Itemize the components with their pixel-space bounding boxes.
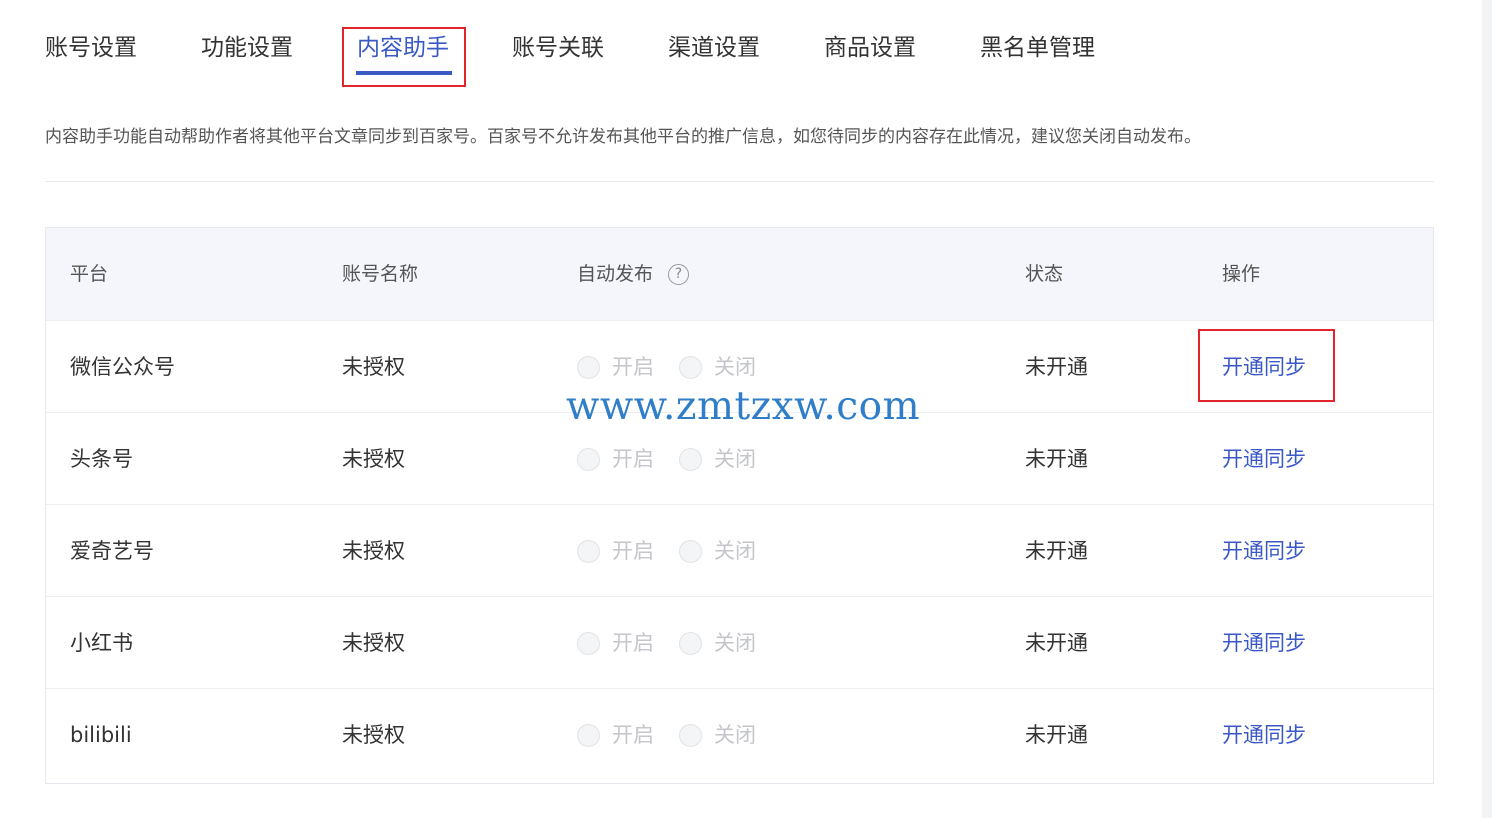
tab-account-linking[interactable]: 账号关联	[512, 30, 604, 66]
auto-publish-on-label: 开启	[612, 631, 654, 655]
table-header: 平台 账号名称 自动发布 ? 状态 操作	[46, 228, 1433, 320]
page-scrollbar-track[interactable]	[1482, 0, 1492, 818]
auto-publish-off-label: 关闭	[714, 355, 756, 379]
tab-channel-settings[interactable]: 渠道设置	[668, 30, 760, 66]
tab-product-settings[interactable]: 商品设置	[824, 30, 916, 66]
account-name: 未授权	[342, 631, 405, 655]
auto-publish-off-radio[interactable]	[679, 724, 702, 747]
auto-publish-on-radio[interactable]	[577, 632, 600, 655]
header-action: 操作	[1222, 263, 1261, 285]
auto-publish-on-radio[interactable]	[577, 448, 600, 471]
sync-status: 未开通	[1025, 631, 1088, 655]
auto-publish-off-label: 关闭	[714, 539, 756, 563]
auto-publish-off-label: 关闭	[714, 631, 756, 655]
tab-highlight-box	[342, 27, 466, 87]
enable-sync-link[interactable]: 开通同步	[1222, 721, 1306, 749]
auto-publish-on-radio[interactable]	[577, 724, 600, 747]
auto-publish-off-label: 关闭	[714, 723, 756, 747]
auto-publish-on-label: 开启	[612, 539, 654, 563]
action-highlight-box	[1198, 329, 1335, 402]
account-name: 未授权	[342, 447, 405, 471]
tab-feature-settings[interactable]: 功能设置	[201, 30, 293, 66]
header-status: 状态	[1025, 263, 1064, 285]
auto-publish-on-label: 开启	[612, 723, 654, 747]
auto-publish-off-radio[interactable]	[679, 356, 702, 379]
table-row: 小红书 未授权 开启 关闭 未开通 开通同步	[46, 596, 1433, 688]
auto-publish-off-label: 关闭	[714, 447, 756, 471]
tab-blacklist-management[interactable]: 黑名单管理	[980, 30, 1095, 66]
auto-publish-on-radio[interactable]	[577, 356, 600, 379]
content-assistant-description: 内容助手功能自动帮助作者将其他平台文章同步到百家号。百家号不允许发布其他平台的推…	[45, 127, 1201, 147]
platform-name: 小红书	[70, 631, 133, 655]
auto-publish-on-label: 开启	[612, 355, 654, 379]
account-name: 未授权	[342, 723, 405, 747]
platform-name: bilibili	[70, 723, 132, 747]
table-row: 爱奇艺号 未授权 开启 关闭 未开通 开通同步	[46, 504, 1433, 596]
sync-status: 未开通	[1025, 539, 1088, 563]
section-divider	[45, 181, 1434, 182]
header-account-name: 账号名称	[342, 263, 419, 285]
sync-status: 未开通	[1025, 355, 1088, 379]
auto-publish-off-radio[interactable]	[679, 448, 702, 471]
help-icon[interactable]: ?	[668, 264, 689, 285]
platform-name: 微信公众号	[70, 355, 175, 379]
sync-platform-table: 平台 账号名称 自动发布 ? 状态 操作 微信公众号 未授权 开启 关闭 未开通…	[45, 227, 1434, 784]
account-name: 未授权	[342, 355, 405, 379]
enable-sync-link[interactable]: 开通同步	[1222, 629, 1306, 657]
header-platform: 平台	[70, 263, 109, 285]
header-auto-publish: 自动发布	[577, 263, 654, 285]
auto-publish-off-radio[interactable]	[679, 632, 702, 655]
tab-account-settings[interactable]: 账号设置	[45, 30, 137, 66]
account-name: 未授权	[342, 539, 405, 563]
auto-publish-off-radio[interactable]	[679, 540, 702, 563]
enable-sync-link[interactable]: 开通同步	[1222, 537, 1306, 565]
sync-status: 未开通	[1025, 447, 1088, 471]
enable-sync-link[interactable]: 开通同步	[1222, 445, 1306, 473]
watermark-text: www.zmtzxw.com	[566, 384, 921, 429]
platform-name: 头条号	[70, 447, 133, 471]
auto-publish-on-radio[interactable]	[577, 540, 600, 563]
auto-publish-on-label: 开启	[612, 447, 654, 471]
sync-status: 未开通	[1025, 723, 1088, 747]
table-row: bilibili 未授权 开启 关闭 未开通 开通同步	[46, 688, 1433, 780]
platform-name: 爱奇艺号	[70, 539, 154, 563]
